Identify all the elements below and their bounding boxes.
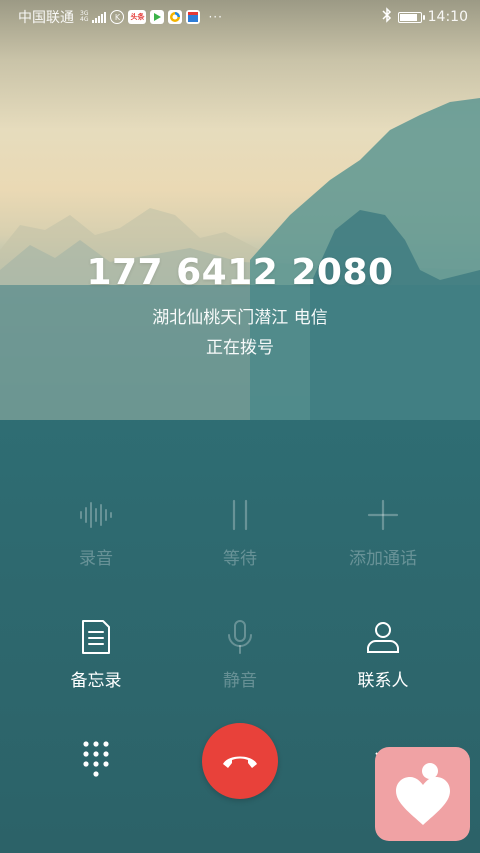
battery-level — [399, 13, 417, 21]
dialpad-icon — [83, 741, 109, 777]
record-button[interactable]: 录音 — [36, 495, 156, 569]
more-notifications-indicator: ··· — [208, 10, 223, 24]
floating-app-button[interactable] — [375, 747, 470, 841]
plus-icon — [367, 495, 399, 535]
hold-button[interactable]: 等待 — [180, 495, 300, 569]
network-type: 3G 4G — [80, 10, 89, 23]
mute-label: 静音 — [223, 671, 257, 691]
add-call-label: 添加通话 — [349, 549, 417, 569]
microphone-icon — [226, 617, 254, 657]
contacts-label: 联系人 — [357, 671, 409, 691]
record-label: 录音 — [79, 549, 113, 569]
battery-icon — [397, 11, 425, 23]
k-app-icon: K — [110, 10, 125, 24]
status-bar: 中国联通 3G 4G K 头条 ··· 14:10 — [0, 0, 480, 34]
add-call-button[interactable]: 添加通话 — [323, 495, 443, 569]
dialpad-button[interactable] — [76, 738, 116, 782]
waveform-icon — [78, 495, 114, 535]
hangup-icon — [223, 756, 257, 768]
memo-label: 备忘录 — [70, 671, 122, 691]
caller-location: 湖北仙桃天门潜江 电信 — [152, 308, 328, 328]
video-app-icon — [150, 10, 165, 24]
memo-button[interactable]: 备忘录 — [36, 617, 156, 691]
toutiao-icon: 头条 — [128, 10, 147, 24]
heart-person-icon — [395, 763, 450, 825]
phone-number: 177 6412 2080 — [86, 252, 394, 293]
hold-label: 等待 — [223, 549, 257, 569]
bluetooth-icon — [382, 7, 392, 27]
pause-icon — [230, 495, 250, 535]
end-call-button[interactable] — [202, 723, 278, 799]
carrier-name: 中国联通 — [18, 10, 74, 26]
contacts-button[interactable]: 联系人 — [323, 617, 443, 691]
memo-icon — [81, 617, 111, 657]
clock: 14:10 — [427, 9, 468, 25]
store-app-icon — [186, 10, 201, 24]
person-icon — [366, 617, 400, 657]
mute-button[interactable]: 静音 — [180, 617, 300, 691]
signal-icon — [92, 11, 107, 23]
browser-app-icon — [168, 10, 183, 24]
call-status: 正在拨号 — [206, 338, 274, 358]
